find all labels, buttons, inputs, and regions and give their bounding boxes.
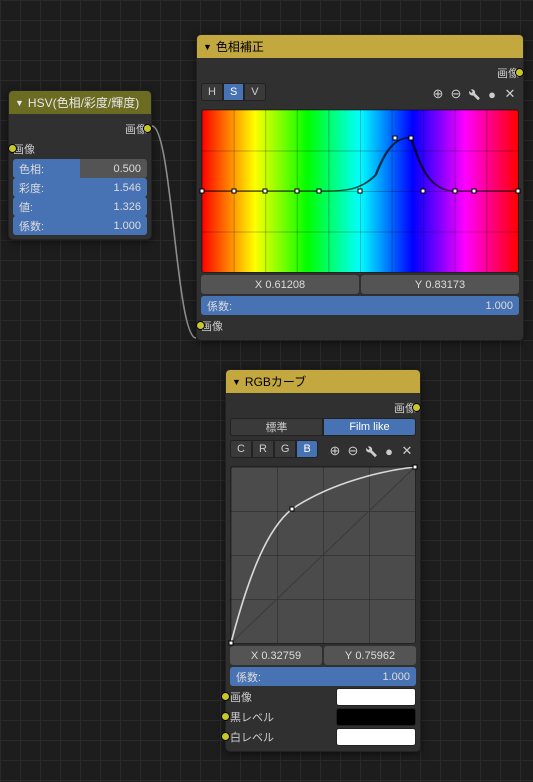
curve-point[interactable]	[516, 189, 521, 194]
clip-icon[interactable]: ●	[483, 85, 501, 103]
white-level-input: 白レベル	[230, 727, 416, 746]
curve-point[interactable]	[452, 189, 457, 194]
collapse-icon[interactable]: ▼	[15, 98, 24, 108]
tab-c[interactable]: C	[230, 440, 252, 458]
hsv-header[interactable]: ▼ HSV(色相/彩度/輝度)	[9, 91, 151, 114]
output-image: 画像	[230, 398, 416, 417]
curve-point[interactable]	[316, 189, 321, 194]
curve-point[interactable]	[263, 189, 268, 194]
rgb-curve-canvas[interactable]	[230, 466, 416, 644]
input-image: 画像	[13, 139, 147, 158]
close-icon[interactable]: ✕	[501, 85, 519, 103]
curve-point[interactable]	[289, 507, 294, 512]
curve-point[interactable]	[471, 189, 476, 194]
rgb-curves-header[interactable]: ▼ RGBカーブ	[226, 370, 420, 393]
curve-point[interactable]	[358, 189, 363, 194]
input-image: 画像	[201, 316, 519, 335]
x-field[interactable]: X 0.61208	[201, 275, 359, 294]
curve-point[interactable]	[294, 189, 299, 194]
curve-point[interactable]	[413, 465, 418, 470]
tab-g[interactable]: G	[274, 440, 297, 458]
curve-path	[231, 467, 415, 643]
channel-tabs: C R G B	[230, 440, 318, 458]
tab-filmlike[interactable]: Film like	[323, 418, 416, 436]
fac-slider[interactable]: 係数: 1.000	[230, 667, 416, 686]
mode-tabs: 標準 Film like	[230, 418, 416, 436]
hue-slider[interactable]: 色相: 0.500	[13, 159, 147, 178]
curve-point[interactable]	[421, 189, 426, 194]
clip-icon[interactable]: ●	[380, 442, 398, 460]
fac-slider[interactable]: 係数: 1.000	[13, 216, 147, 235]
socket-in[interactable]	[221, 732, 230, 741]
socket-out[interactable]	[143, 124, 152, 133]
zoom-out-icon[interactable]: ⊖	[447, 85, 465, 103]
collapse-icon[interactable]: ▼	[232, 377, 241, 387]
y-field[interactable]: Y 0.75962	[324, 646, 416, 665]
hsv-node[interactable]: ▼ HSV(色相/彩度/輝度) 画像 画像 色相: 0.500 彩度: 1.54…	[8, 90, 152, 240]
socket-out[interactable]	[412, 403, 421, 412]
curve-point[interactable]	[231, 189, 236, 194]
tab-s[interactable]: S	[223, 83, 244, 101]
rgb-curves-title: RGBカーブ	[245, 373, 306, 390]
curve-point[interactable]	[408, 135, 413, 140]
x-field[interactable]: X 0.32759	[230, 646, 322, 665]
hue-correct-header[interactable]: ▼ 色相補正	[197, 35, 523, 58]
image-swatch[interactable]	[336, 688, 416, 706]
tab-h[interactable]: H	[201, 83, 223, 101]
tab-r[interactable]: R	[252, 440, 274, 458]
fac-slider[interactable]: 係数: 1.000	[201, 296, 519, 315]
black-level-input: 黒レベル	[230, 707, 416, 726]
collapse-icon[interactable]: ▼	[203, 42, 212, 52]
hsv-title: HSV(色相/彩度/輝度)	[28, 94, 139, 111]
image-input: 画像	[230, 687, 416, 706]
tab-b[interactable]: B	[296, 440, 317, 458]
curve-point[interactable]	[392, 135, 397, 140]
socket-in[interactable]	[221, 712, 230, 721]
curve-point[interactable]	[200, 189, 205, 194]
tab-v[interactable]: V	[244, 83, 265, 101]
socket-out[interactable]	[515, 68, 524, 77]
zoom-out-icon[interactable]: ⊖	[344, 442, 362, 460]
zoom-in-icon[interactable]: ⊕	[326, 442, 344, 460]
close-icon[interactable]: ✕	[398, 442, 416, 460]
white-swatch[interactable]	[336, 728, 416, 746]
hue-correct-node[interactable]: ▼ 色相補正 画像 H S V ⊕ ⊖ ● ✕	[196, 34, 524, 341]
wrench-icon[interactable]	[465, 85, 483, 103]
sat-slider[interactable]: 彩度: 1.546	[13, 178, 147, 197]
val-slider[interactable]: 値: 1.326	[13, 197, 147, 216]
hue-correct-title: 色相補正	[216, 38, 264, 55]
output-image: 画像	[201, 63, 519, 82]
rgb-curves-node[interactable]: ▼ RGBカーブ 画像 標準 Film like C R G B ⊕ ⊖	[225, 369, 421, 752]
tab-standard[interactable]: 標準	[230, 418, 323, 436]
socket-in[interactable]	[8, 144, 17, 153]
hue-curve-canvas[interactable]	[201, 109, 519, 273]
curve-point[interactable]	[229, 641, 234, 646]
y-field[interactable]: Y 0.83173	[361, 275, 519, 294]
hsv-tabs: H S V	[201, 83, 266, 101]
output-image: 画像	[13, 119, 147, 138]
socket-in[interactable]	[221, 692, 230, 701]
socket-in[interactable]	[196, 321, 205, 330]
wrench-icon[interactable]	[362, 442, 380, 460]
zoom-in-icon[interactable]: ⊕	[429, 85, 447, 103]
black-swatch[interactable]	[336, 708, 416, 726]
